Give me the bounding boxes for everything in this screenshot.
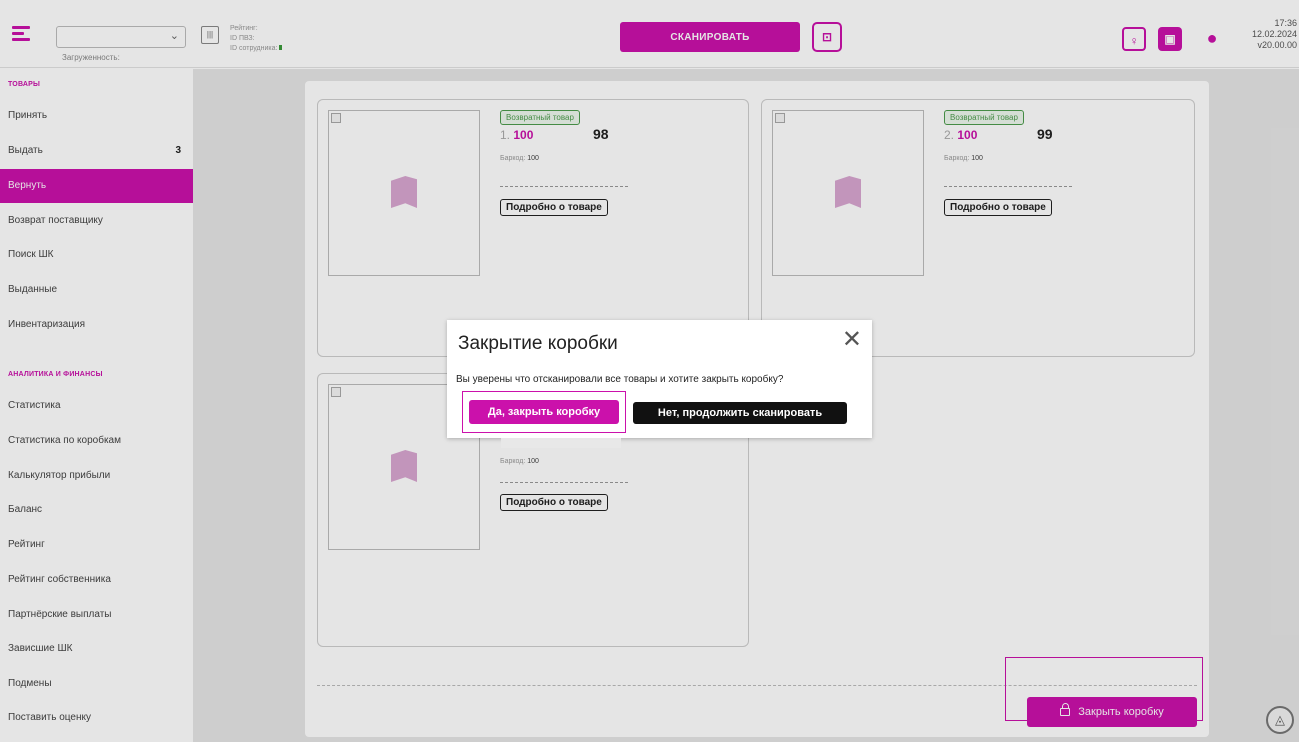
close-icon[interactable]: ✕ <box>842 326 862 354</box>
dialog-message: Вы уверены что отсканировали все товары … <box>456 374 784 385</box>
dialog-title: Закрытие коробки <box>458 333 618 354</box>
highlight-frame <box>462 391 626 433</box>
continue-scanning-button[interactable]: Нет, продолжить сканировать <box>633 402 847 424</box>
placeholder-bar <box>501 438 621 448</box>
